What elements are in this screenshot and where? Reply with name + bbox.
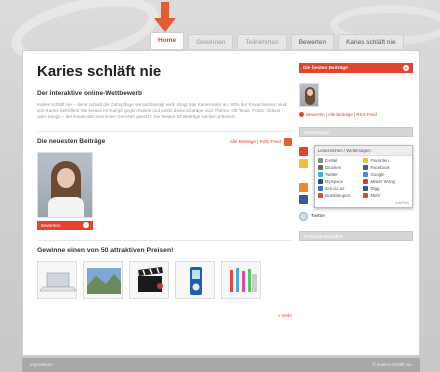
share-item[interactable]: E-Mail (317, 158, 364, 163)
footer: Impressum © Karies schläft nie (22, 358, 420, 372)
main-column: Karies schläft nie Der interaktive onlin… (37, 63, 292, 318)
twitter-icon (299, 212, 308, 221)
page-title: Karies schläft nie (37, 63, 162, 80)
best-entries-title: Die besten Beiträge (303, 65, 348, 71)
share-service-icon (317, 179, 323, 184)
best-entries-links: Bewerten | Alle Beiträge | RSS-Feed (299, 112, 413, 117)
prizes-list (37, 260, 292, 299)
latest-header: Die neuesten Beiträge Alle Beiträge | RS… (37, 137, 292, 146)
best-entries-links-text[interactable]: Bewerten | Alle Beiträge | RSS-Feed (306, 112, 377, 117)
star-icon[interactable] (299, 159, 308, 168)
prize-landscape[interactable] (83, 260, 123, 299)
share-item-label: deli.cio.us (324, 186, 345, 191)
tab-home[interactable]: Home (150, 32, 185, 49)
prize-toothbrushes[interactable] (221, 260, 261, 299)
share-service-icon (317, 172, 323, 177)
share-item[interactable]: Mehr (363, 193, 409, 198)
share-item[interactable]: deli.cio.us (317, 186, 364, 191)
pointer-arrow-icon (154, 2, 176, 32)
share-item-label: Mister Wong (370, 179, 395, 184)
footer-right: © Karies schläft nie (372, 362, 412, 367)
share-service-icon (363, 172, 369, 177)
share-service-icon (317, 186, 323, 191)
share-service-icon (363, 186, 369, 191)
intro-text: Karies schläft nie – denn sobald die Zah… (37, 102, 287, 120)
prize-laptop[interactable] (37, 260, 77, 299)
share-item-label: Digg (370, 186, 380, 191)
share-item-label: Drucken (324, 165, 342, 170)
ambassador-bar[interactable]: Produktbotschafter (299, 231, 413, 241)
share-popup-header: Lesezeichen / Weitersagen (314, 146, 412, 156)
main-nav: Home Gewinnen Teilnehmen Bewerten Karies… (150, 32, 404, 49)
latest-entry-photo[interactable] (37, 151, 93, 218)
latest-links-text[interactable]: Alle Beiträge | RSS-Feed (230, 139, 281, 144)
arrow-right-icon (299, 112, 304, 117)
vote-button-label: Bewerten (41, 222, 61, 228)
content-frame: Karies schläft nie Der interaktive onlin… (22, 50, 420, 356)
share-item[interactable]: Facebook (363, 165, 409, 170)
share-area: Lesezeichen / Weitersagen E-Mail Favorite… (299, 145, 413, 208)
share-item[interactable]: Drucken (317, 165, 364, 170)
share-item[interactable]: Twitter (317, 172, 364, 177)
share-item[interactable]: Digg (363, 186, 409, 191)
vote-button[interactable]: Bewerten › (37, 220, 93, 230)
share-popup: Lesezeichen / Weitersagen E-Mail Favorite… (313, 145, 413, 208)
share-service-icon (317, 165, 323, 170)
share-item[interactable]: Favoriten (363, 158, 409, 163)
share-service-icon (363, 165, 369, 170)
share-item-label: MySpace (324, 179, 344, 184)
twitter-label: Twitter (311, 214, 326, 219)
share-item[interactable]: Google (363, 172, 409, 177)
share-service-icon (363, 193, 369, 198)
divider (37, 239, 292, 241)
share-service-icon (363, 158, 369, 163)
share-item-label: Mehr (370, 193, 381, 198)
more-link[interactable]: » mehr (37, 313, 292, 318)
latest-links: Alle Beiträge | RSS-Feed (230, 137, 292, 146)
share-item-label: Google (370, 172, 385, 177)
facebook-icon[interactable] (299, 195, 308, 204)
weitersagen-bar[interactable]: Weitersagen (299, 127, 413, 137)
blank-icon (299, 171, 308, 180)
tab-gewinnen[interactable]: Gewinnen (188, 34, 234, 49)
share-icon-column (299, 147, 311, 208)
share-item[interactable]: Mister Wong (363, 179, 409, 184)
prize-clapperboard[interactable] (129, 260, 169, 299)
share-item-label: stumbleupon (324, 193, 351, 198)
rss-icon[interactable] (299, 183, 308, 192)
tab-bewerten[interactable]: Bewerten (290, 34, 335, 49)
share-popup-footer: AddThis (395, 201, 409, 205)
arrow-right-icon: › (83, 222, 89, 229)
share-item[interactable]: MySpace (317, 179, 364, 184)
share-service-icon (363, 179, 369, 184)
page-subtitle: Der interaktive online-Wettbewerb (37, 90, 142, 97)
twitter-row[interactable]: Twitter (299, 212, 413, 221)
share-item[interactable]: stumbleupon (317, 193, 364, 198)
latest-title: Die neuesten Beiträge (37, 138, 106, 146)
share-item-label: Favoriten (370, 158, 389, 163)
share-item-label: Twitter (324, 172, 338, 177)
tab-teilnehmen[interactable]: Teilnehmen (237, 34, 287, 49)
best-entries-header[interactable]: Die besten Beiträge × (299, 63, 413, 73)
sidebar: Die besten Beiträge × Bewerten | Alle Be… (299, 63, 413, 241)
tab-karies[interactable]: Karies schläft nie (338, 34, 404, 49)
prizes-title: Gewinne einen von 50 attraktiven Preisen… (37, 246, 174, 254)
close-icon[interactable]: × (403, 65, 409, 71)
divider (37, 130, 292, 132)
share-item-label: Facebook (370, 165, 390, 170)
plus-icon[interactable] (299, 147, 308, 156)
share-grid: E-Mail Favoriten Drucken Facebook Twitter Goo… (315, 156, 412, 200)
footer-left[interactable]: Impressum (30, 362, 53, 368)
share-service-icon (317, 193, 323, 198)
prize-mp3-player[interactable] (175, 260, 215, 299)
rss-icon[interactable] (284, 137, 292, 146)
share-item-label: E-Mail (324, 158, 338, 163)
best-entry-thumbnail[interactable] (299, 83, 319, 107)
share-service-icon (317, 158, 323, 163)
